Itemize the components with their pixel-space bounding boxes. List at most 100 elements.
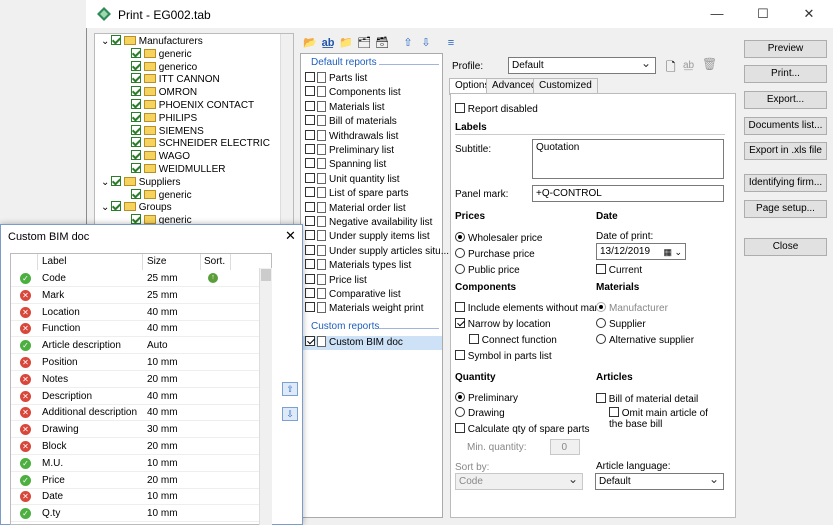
bim-row[interactable]: ✕ Notes 20 mm: [11, 371, 261, 388]
trash-icon[interactable]: 🗑: [702, 57, 717, 71]
identifying-firm-button[interactable]: Identifying firm...: [744, 174, 827, 192]
export-folder-icon[interactable]: 📁: [338, 36, 354, 50]
report-item[interactable]: Comparative list: [305, 288, 401, 302]
bim-row-size[interactable]: 40 mm: [147, 388, 178, 405]
report-item[interactable]: Unit quantity list: [305, 172, 400, 187]
tree-checkbox[interactable]: [131, 214, 141, 225]
export-xls-button[interactable]: Export in .xls file: [744, 142, 827, 160]
bim-row[interactable]: ✕ Description 40 mm: [11, 388, 261, 405]
delete-folder-icon[interactable]: 🗃: [374, 36, 390, 50]
bim-row[interactable]: ✓ Q.ty 10 mm: [11, 505, 261, 523]
tree-checkbox[interactable]: [131, 137, 141, 148]
bim-row-size[interactable]: 25 mm: [147, 287, 178, 304]
tree-item[interactable]: generico: [131, 60, 197, 74]
report-checkbox[interactable]: [305, 230, 315, 241]
bim-row-size[interactable]: 20 mm: [147, 472, 178, 489]
report-item[interactable]: Components list: [305, 86, 401, 100]
bim-row-size[interactable]: 25 mm: [147, 270, 178, 287]
tree-item[interactable]: ⌄ Manufacturers: [101, 35, 203, 48]
tree-checkbox[interactable]: [131, 124, 141, 135]
report-checkbox[interactable]: [305, 216, 315, 226]
cross-icon[interactable]: ✕: [20, 441, 31, 452]
report-checkbox[interactable]: [305, 302, 315, 313]
public-price-radio[interactable]: Public price: [455, 264, 520, 276]
cross-icon[interactable]: ✕: [20, 323, 31, 335]
custom-report-item[interactable]: Custom BIM doc: [305, 336, 403, 350]
report-checkbox[interactable]: [305, 244, 315, 255]
close-button[interactable]: ✕: [786, 0, 832, 28]
rename-profile-icon[interactable]: a͟b: [683, 60, 694, 71]
report-checkbox[interactable]: [305, 273, 315, 284]
report-checkbox[interactable]: [305, 187, 315, 198]
report-checkbox[interactable]: [305, 201, 315, 212]
bim-row-size[interactable]: 30 mm: [147, 421, 178, 438]
col-sort[interactable]: Sort.: [201, 254, 231, 270]
bim-move-down-button[interactable]: ⇩: [282, 407, 298, 421]
bim-row-size[interactable]: 10 mm: [147, 455, 178, 472]
cross-icon[interactable]: ✕: [20, 491, 31, 503]
tree-item[interactable]: ITT CANNON: [131, 73, 220, 86]
cross-icon[interactable]: ✕: [20, 289, 31, 301]
bim-move-up-button[interactable]: ⇧: [282, 382, 298, 396]
report-item[interactable]: Spanning list: [305, 158, 386, 172]
export-button[interactable]: Export...: [744, 91, 827, 109]
tree-checkbox[interactable]: [131, 73, 141, 84]
expand-icon[interactable]: ⌄: [101, 201, 111, 214]
check-icon[interactable]: ✓: [20, 508, 31, 520]
symbol-parts-list-checkbox[interactable]: Symbol in parts list: [455, 350, 552, 362]
cross-icon[interactable]: ✕: [20, 306, 31, 318]
article-language-select[interactable]: Default: [595, 471, 724, 490]
bim-row[interactable]: ✕ Date 10 mm: [11, 488, 261, 506]
manufacturer-radio[interactable]: Manufacturer: [596, 302, 668, 314]
report-checkbox[interactable]: [305, 100, 315, 111]
tree-item[interactable]: SCHNEIDER ELECTRIC: [131, 137, 270, 150]
tree-item[interactable]: OMRON: [131, 86, 197, 99]
report-item[interactable]: Preliminary list: [305, 144, 394, 158]
tree-checkbox[interactable]: [131, 47, 141, 58]
wholesaler-price-radio[interactable]: Wholesaler price: [455, 232, 542, 244]
bim-row[interactable]: ✕ Additional description 40 mm: [11, 404, 261, 422]
report-checkbox[interactable]: [305, 115, 315, 126]
report-item[interactable]: Parts list: [305, 72, 367, 86]
bim-close-icon[interactable]: ✕: [285, 228, 296, 244]
maximize-button[interactable]: ☐: [740, 0, 786, 28]
tree-checkbox[interactable]: [131, 99, 141, 109]
bim-row-size[interactable]: 10 mm: [147, 354, 178, 371]
preliminary-radio[interactable]: Preliminary: [455, 392, 518, 404]
calc-spare-checkbox[interactable]: Calculate qty of spare parts: [455, 423, 590, 435]
bim-row[interactable]: ✕ Drawing 30 mm: [11, 421, 261, 439]
menu-icon[interactable]: ≡: [443, 36, 459, 50]
bim-row[interactable]: ✓ Article description Auto: [11, 337, 261, 355]
bim-row-size[interactable]: 20 mm: [147, 438, 178, 455]
date-input[interactable]: 13/12/2019 ▦ ⌄: [596, 243, 686, 260]
tab-customized[interactable]: Customized: [533, 78, 598, 94]
bim-row[interactable]: ✓ M.U. 10 mm: [11, 455, 261, 472]
tree-checkbox[interactable]: [131, 60, 141, 71]
bim-row[interactable]: ✓ Price 20 mm: [11, 472, 261, 489]
tree-item[interactable]: WAGO: [131, 150, 190, 163]
tree-checkbox[interactable]: [111, 35, 121, 45]
preview-button[interactable]: Preview: [744, 40, 827, 58]
documents-list-button[interactable]: Documents list...: [744, 117, 827, 135]
cross-icon[interactable]: ✕: [20, 424, 31, 436]
print-button[interactable]: Print...: [744, 65, 827, 83]
tree-checkbox[interactable]: [111, 175, 121, 186]
report-checkbox[interactable]: [305, 86, 315, 97]
report-item[interactable]: Materials types list: [305, 259, 411, 273]
report-checkbox[interactable]: [305, 259, 315, 270]
report-checkbox[interactable]: [305, 288, 315, 298]
tree-item[interactable]: generic: [131, 188, 192, 202]
tree-item[interactable]: PHOENIX CONTACT: [131, 99, 254, 112]
tree-checkbox[interactable]: [111, 201, 121, 212]
tree-checkbox[interactable]: [131, 150, 141, 161]
report-checkbox[interactable]: [305, 144, 315, 154]
bom-detail-checkbox[interactable]: Bill of material detail: [596, 393, 698, 405]
report-item[interactable]: Withdrawals list: [305, 129, 398, 144]
report-item[interactable]: List of spare parts: [305, 187, 408, 201]
check-icon[interactable]: ✓: [20, 474, 31, 486]
bim-row[interactable]: ✕ Block 20 mm: [11, 438, 261, 455]
sort-by-select[interactable]: Code: [455, 471, 583, 490]
tree-checkbox[interactable]: [131, 188, 141, 199]
report-checkbox[interactable]: [305, 72, 315, 82]
current-checkbox[interactable]: Current: [596, 264, 642, 276]
